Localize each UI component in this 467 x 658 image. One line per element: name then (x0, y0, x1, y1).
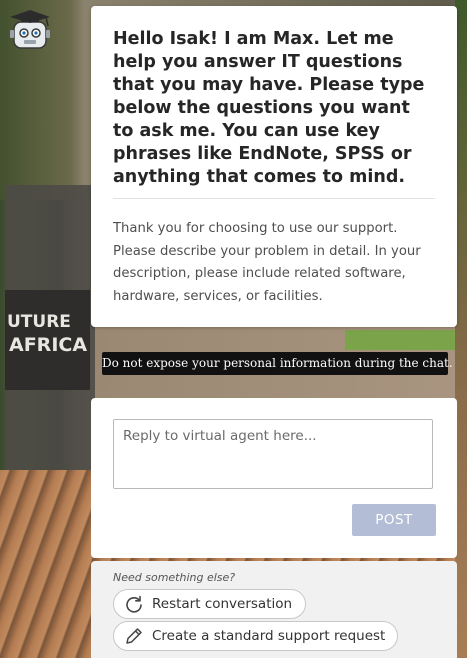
pencil-icon (124, 626, 144, 646)
robot-graduate-icon (10, 10, 50, 49)
background-sign: UTURE AFRICA (5, 290, 90, 390)
background-sign-line-2: AFRICA (9, 334, 88, 356)
post-button[interactable]: POST (352, 504, 436, 536)
create-support-request-button[interactable]: Create a standard support request (113, 621, 398, 651)
restart-conversation-label: Restart conversation (152, 596, 293, 612)
reply-card: POST (91, 398, 457, 558)
message-divider (113, 198, 435, 199)
bot-message-card: Hello Isak! I am Max. Let me help you an… (91, 6, 457, 327)
bot-message-intro: Hello Isak! I am Max. Let me help you an… (113, 29, 425, 187)
create-support-request-label: Create a standard support request (152, 628, 386, 644)
background-grass (345, 330, 467, 350)
background-sign-line-1: UTURE (7, 312, 71, 332)
bot-message-body: Thank you for choosing to use our suppor… (113, 221, 421, 304)
bot-avatar (6, 8, 56, 52)
restart-icon (124, 594, 144, 614)
restart-conversation-button[interactable]: Restart conversation (113, 589, 306, 619)
privacy-notice: Do not expose your personal information … (102, 352, 453, 375)
options-panel: Need something else? Restart conversatio… (91, 561, 457, 658)
options-heading: Need something else? (113, 571, 236, 584)
reply-input[interactable] (113, 419, 433, 489)
